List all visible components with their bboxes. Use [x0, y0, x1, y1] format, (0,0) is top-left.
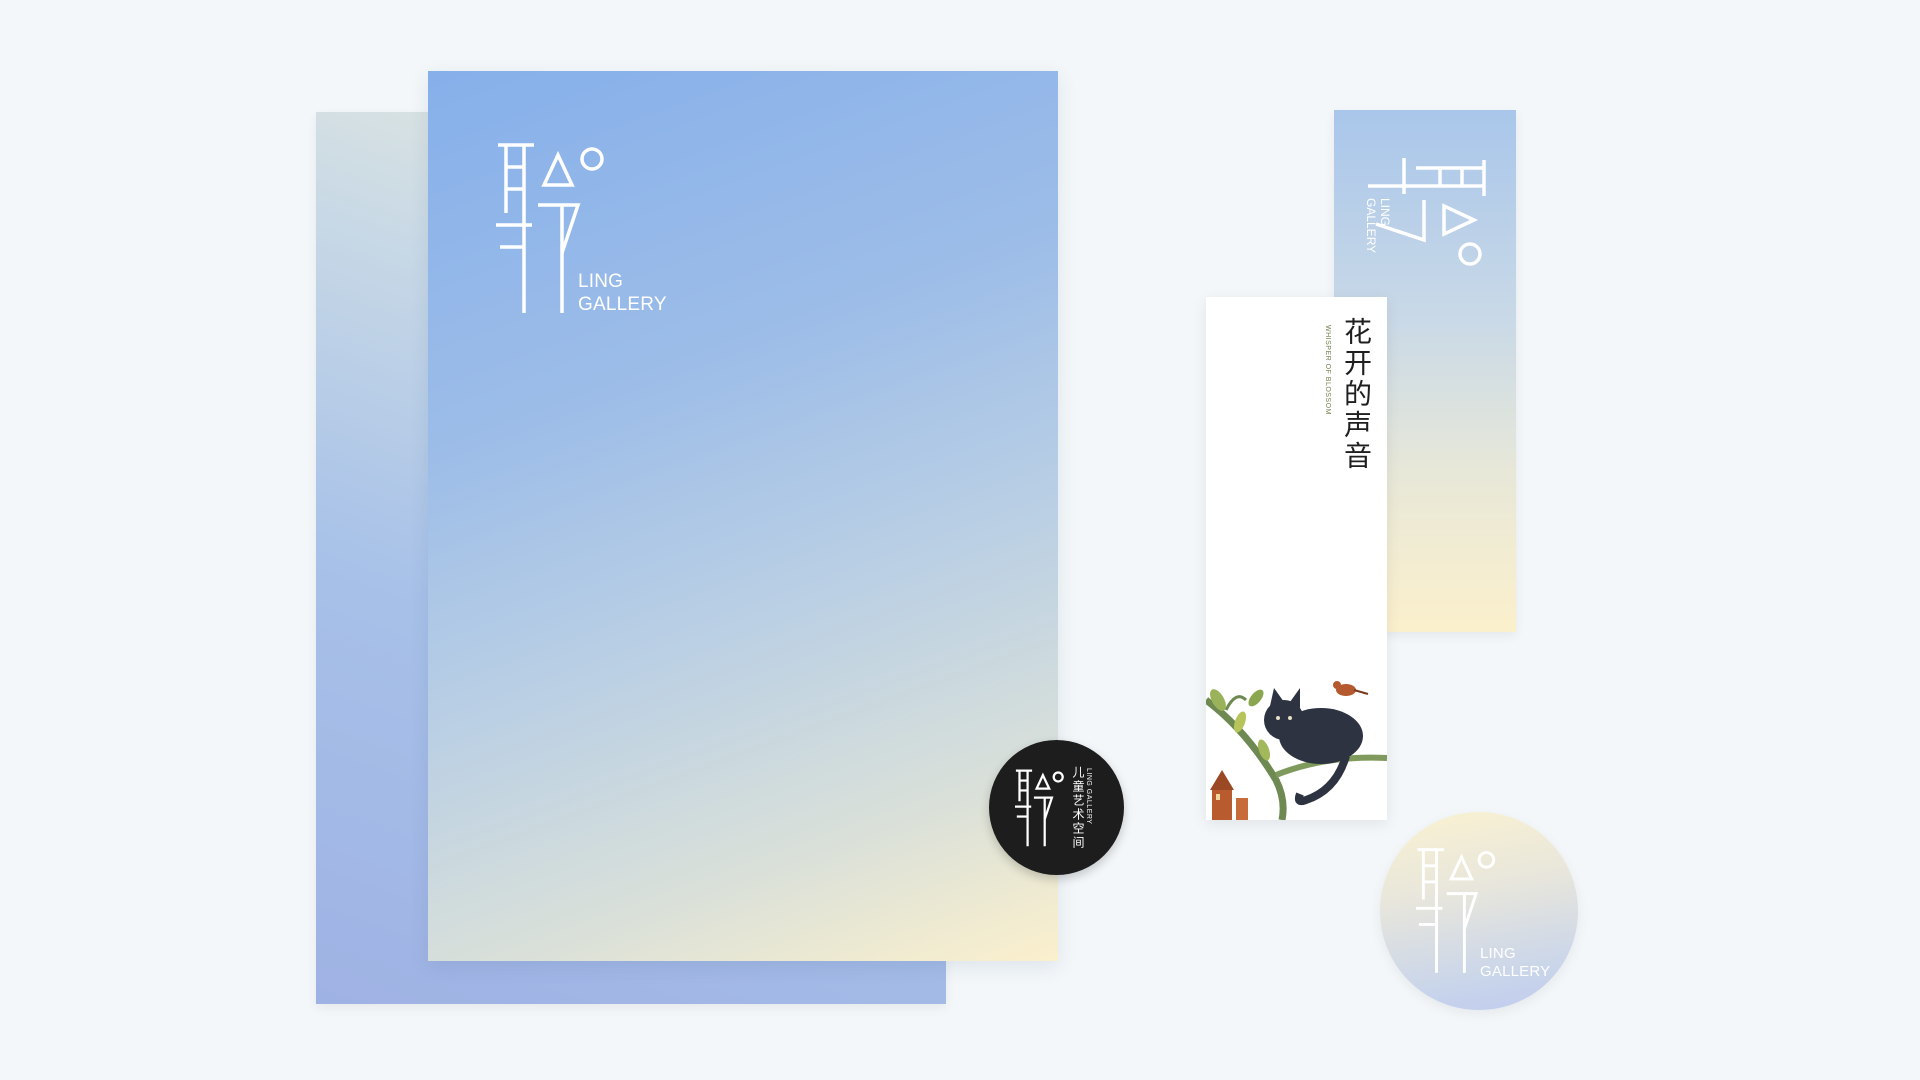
sticker-wordmark: LING GALLERY — [1085, 768, 1092, 824]
brand-line-2: GALLERY — [578, 294, 667, 315]
bookmark-brand-line-2: GALLERY — [1364, 198, 1378, 254]
sticker-brand-line-2: GALLERY — [1085, 788, 1092, 825]
cat-on-branch-illustration — [1206, 681, 1387, 820]
brand-line-1: LING — [578, 271, 624, 292]
bookmark-brand-line-1: LING — [1378, 198, 1392, 227]
sticker-round-line-1: LING — [1480, 945, 1516, 962]
sticker-round-wordmark: LING GALLERY — [1480, 945, 1550, 981]
brand-wordmark: LING GALLERY — [578, 270, 667, 316]
ling-gallery-logo-icon — [1015, 769, 1064, 847]
black-round-sticker: 儿童艺术空间 LING GALLERY — [989, 740, 1124, 875]
bookmark-wordmark: LING GALLERY — [1364, 198, 1392, 253]
gradient-round-sticker: LING GALLERY — [1380, 812, 1578, 1010]
stationery-mockup: LING GALLERY 儿童艺术空间 LING GALLERY LING GA… — [0, 0, 1920, 1080]
bookmark-title-cn: 花开的声音 — [1340, 317, 1373, 472]
front-letterhead-sheet: LING GALLERY — [428, 71, 1058, 961]
sticker-brand-line-1: LING — [1085, 768, 1092, 787]
sticker-round-line-2: GALLERY — [1480, 963, 1551, 980]
white-bookmark: 花开的声音 WHISPER OF BLOSSOM — [1206, 297, 1387, 820]
bookmark-subtitle-en: WHISPER OF BLOSSOM — [1324, 325, 1331, 415]
